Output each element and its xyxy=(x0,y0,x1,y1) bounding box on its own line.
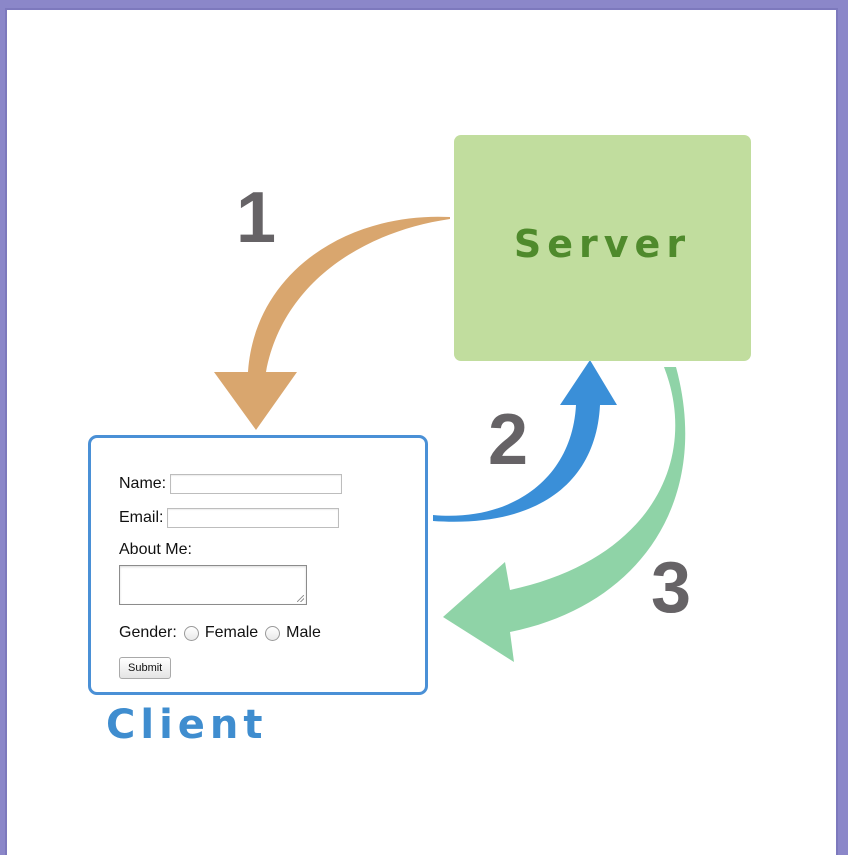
email-row: Email: xyxy=(119,508,340,528)
name-field[interactable] xyxy=(170,474,343,494)
male-label: Male xyxy=(286,624,321,641)
step-3-number: 3 xyxy=(651,548,692,628)
client-label: Client xyxy=(106,702,268,748)
client-form-box: Name: Email: About Me: Gender: Female Ma… xyxy=(88,435,428,695)
name-label: Name: xyxy=(119,475,167,492)
email-field[interactable] xyxy=(167,508,340,528)
gender-row: Gender: Female Male xyxy=(119,624,321,642)
server-label: Server xyxy=(513,222,692,266)
step-1-number: 1 xyxy=(236,178,277,258)
name-row: Name: xyxy=(119,474,343,494)
female-label: Female xyxy=(204,624,259,641)
about-label: About Me: xyxy=(119,541,192,558)
gender-label: Gender: xyxy=(119,624,177,641)
about-row: About Me: xyxy=(119,541,192,559)
submit-button[interactable]: Submit xyxy=(119,657,172,679)
about-textarea[interactable] xyxy=(119,565,307,605)
step-2-number: 2 xyxy=(488,400,529,480)
resize-grip-icon[interactable] xyxy=(297,595,304,602)
female-radio[interactable] xyxy=(183,625,199,641)
server-box: Server xyxy=(454,135,751,361)
male-radio[interactable] xyxy=(265,625,281,641)
email-label: Email: xyxy=(119,509,164,526)
